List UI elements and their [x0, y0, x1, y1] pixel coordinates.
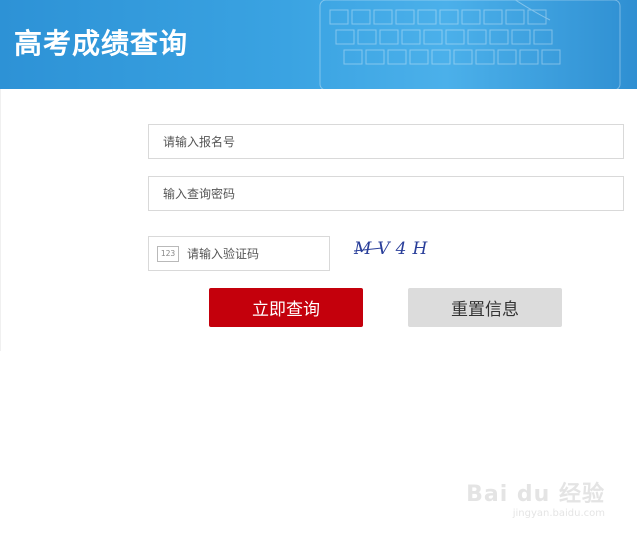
watermark-url: jingyan.baidu.com: [512, 508, 605, 519]
captcha-field[interactable]: 123: [148, 236, 330, 271]
baidu-jingyan-watermark: Bai du 经验 jingyan.baidu.com: [466, 476, 605, 519]
page: 高考成绩查询 123 MV4H 立即查询 重置信息 Bai du 经验 jing…: [0, 0, 637, 535]
query-password-field[interactable]: [148, 176, 624, 211]
page-title: 高考成绩查询: [14, 27, 189, 60]
keyboard-background-icon: [319, 0, 621, 89]
query-password-input[interactable]: [149, 177, 623, 210]
reset-button[interactable]: 重置信息: [408, 288, 562, 327]
watermark-brand: Bai du 经验: [466, 482, 605, 507]
registration-number-field[interactable]: [148, 124, 624, 159]
captcha-image[interactable]: MV4H: [352, 234, 432, 262]
submit-query-button[interactable]: 立即查询: [209, 288, 363, 327]
captcha-input[interactable]: [179, 237, 329, 270]
captcha-text: MV4H: [353, 239, 432, 259]
registration-number-input[interactable]: [149, 125, 623, 158]
captcha-number-icon: 123: [157, 245, 179, 262]
header-banner: 高考成绩查询: [0, 0, 637, 89]
